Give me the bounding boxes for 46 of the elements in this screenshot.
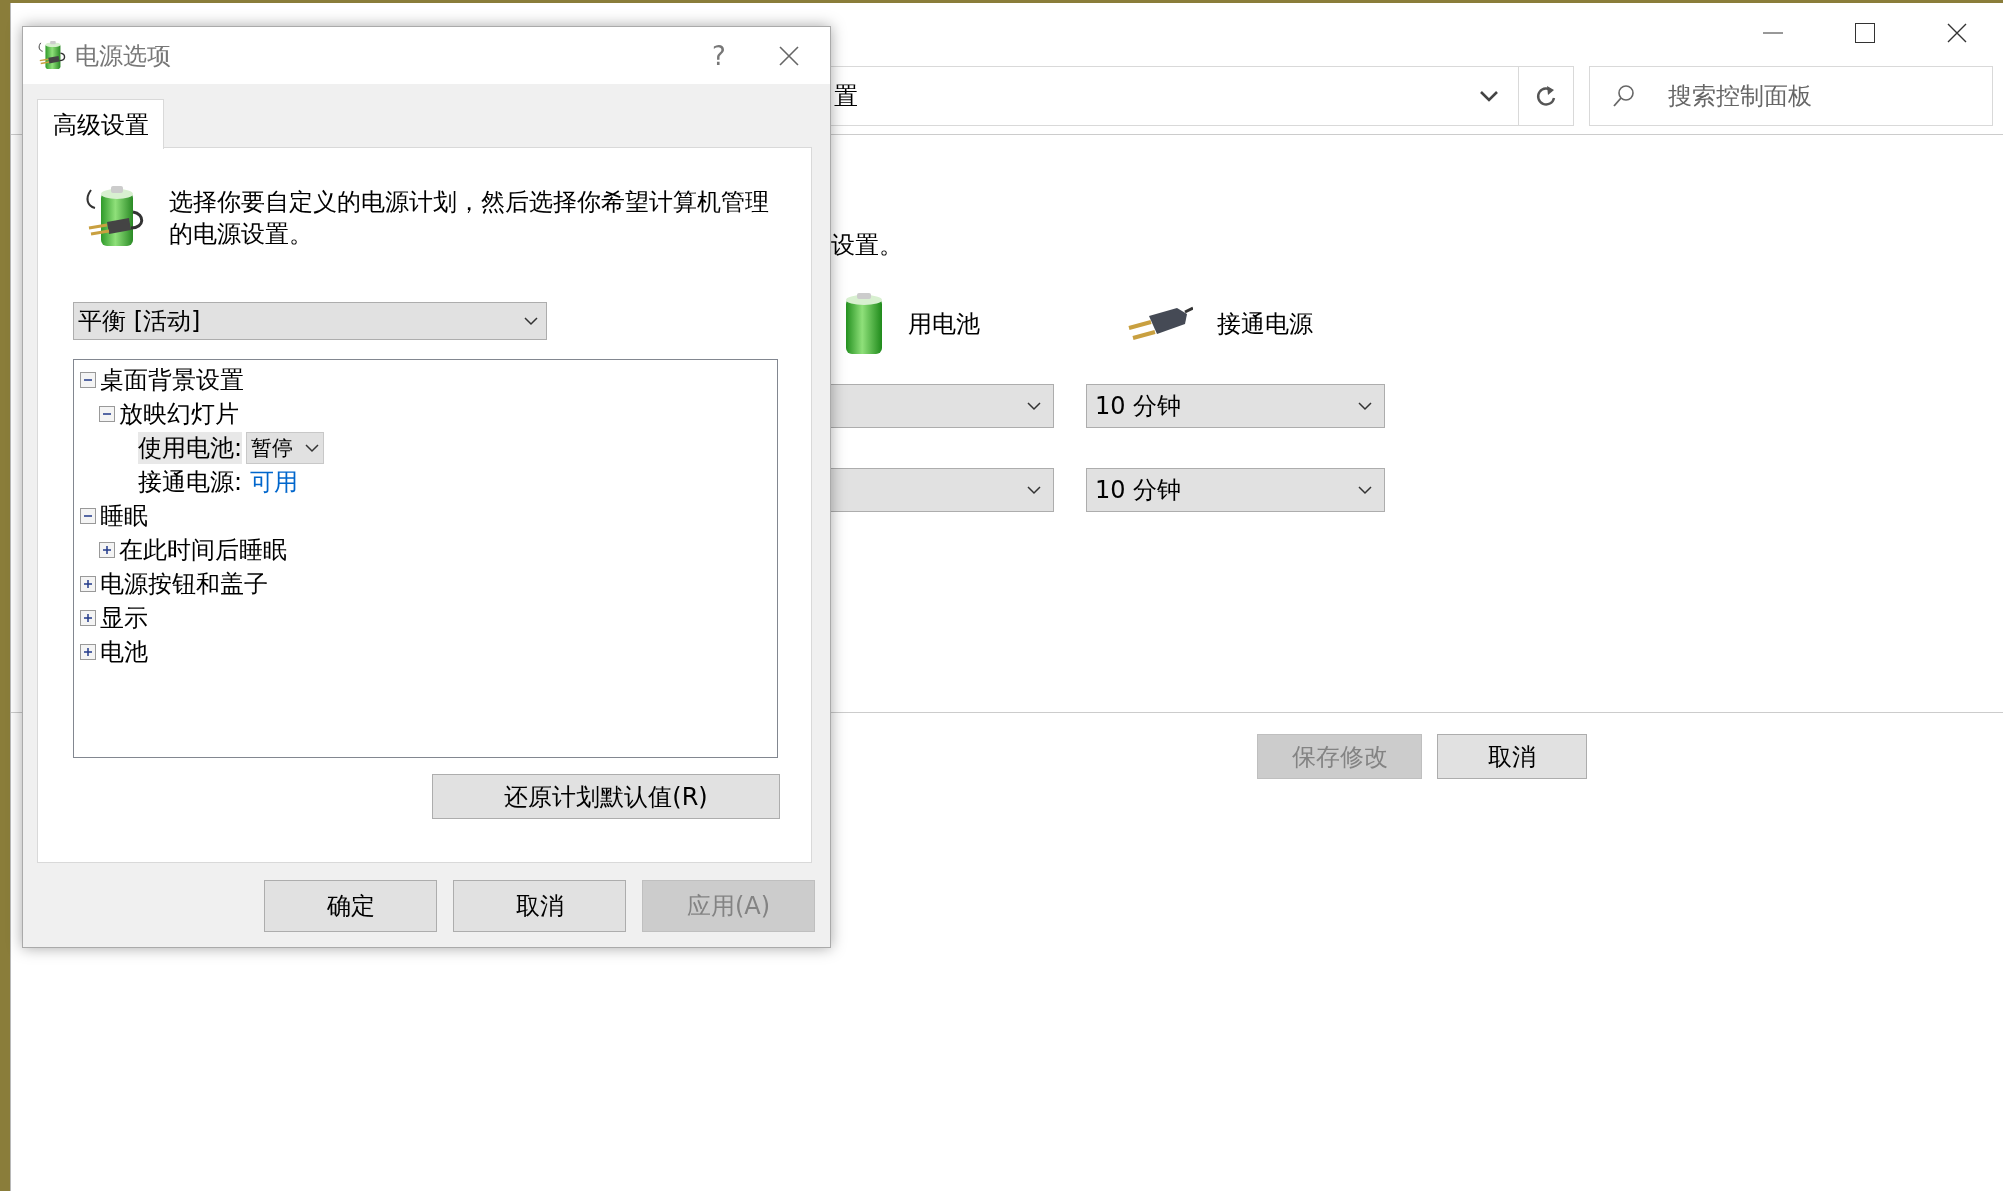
maximize-icon[interactable] [1855, 23, 1875, 43]
window-title: 电源选项 [75, 40, 172, 72]
collapse-icon[interactable] [80, 372, 96, 388]
chevron-down-icon [524, 316, 538, 326]
expand-icon[interactable] [80, 576, 96, 592]
tree-item[interactable]: 桌面背景设置 [100, 364, 244, 396]
chevron-down-icon [1027, 485, 1041, 495]
chevron-down-icon [1358, 485, 1372, 495]
tab[interactable]: 高级设置 [37, 99, 164, 149]
expand-icon[interactable] [99, 542, 115, 558]
expand-icon[interactable] [80, 644, 96, 660]
search-field[interactable]: 搜索控制面板 [1589, 66, 1993, 126]
cancel-button[interactable]: 取消 [1437, 734, 1587, 779]
description-text: 选择你要自定义的电源计划，然后选择你希望计算机管理的电源设置。 [169, 187, 769, 250]
chevron-down-icon [1358, 401, 1372, 411]
tree-item[interactable]: 在此时间后睡眠 [119, 534, 287, 566]
cancel-button[interactable]: 取消 [453, 880, 626, 932]
close-icon[interactable] [779, 45, 799, 66]
column-header: 用电池 [908, 309, 980, 340]
refresh-icon[interactable] [1535, 84, 1557, 108]
close-icon[interactable] [1947, 23, 1967, 43]
setting-label[interactable]: 接通电源: [138, 466, 243, 498]
tree-item[interactable]: 电源按钮和盖子 [100, 568, 268, 600]
setting-dropdown[interactable]: 暂停 [246, 432, 325, 464]
collapse-icon[interactable] [80, 508, 96, 524]
subtitle-text: 设置。 [831, 230, 904, 261]
collapse-icon[interactable] [99, 406, 115, 422]
chevron-down-icon[interactable] [1480, 90, 1498, 102]
search-icon [1613, 84, 1635, 108]
ok-button[interactable]: 确定 [264, 880, 437, 932]
dropdown[interactable]: 10 分钟 [1086, 384, 1385, 428]
column-header: 接通电源 [1217, 309, 1313, 340]
tree-item[interactable]: 显示 [100, 602, 148, 634]
battery-icon [844, 292, 884, 356]
tree-item[interactable]: 睡眠 [100, 500, 148, 532]
setting-link[interactable]: 可用 [250, 466, 299, 498]
expand-icon[interactable] [80, 610, 96, 626]
chevron-down-icon [1027, 401, 1041, 411]
tree-item[interactable]: 放映幻灯片 [119, 398, 239, 430]
dropdown[interactable]: 10 分钟 [1086, 468, 1385, 512]
tree-item[interactable]: 电池 [100, 636, 148, 668]
setting-label[interactable]: 使用电池: [138, 432, 243, 464]
restore-defaults-button[interactable]: 还原计划默认值(R) [432, 774, 780, 819]
app-icon [37, 40, 67, 71]
plan-dropdown[interactable]: 平衡 [活动] [73, 302, 547, 340]
chevron-down-icon [305, 443, 320, 453]
